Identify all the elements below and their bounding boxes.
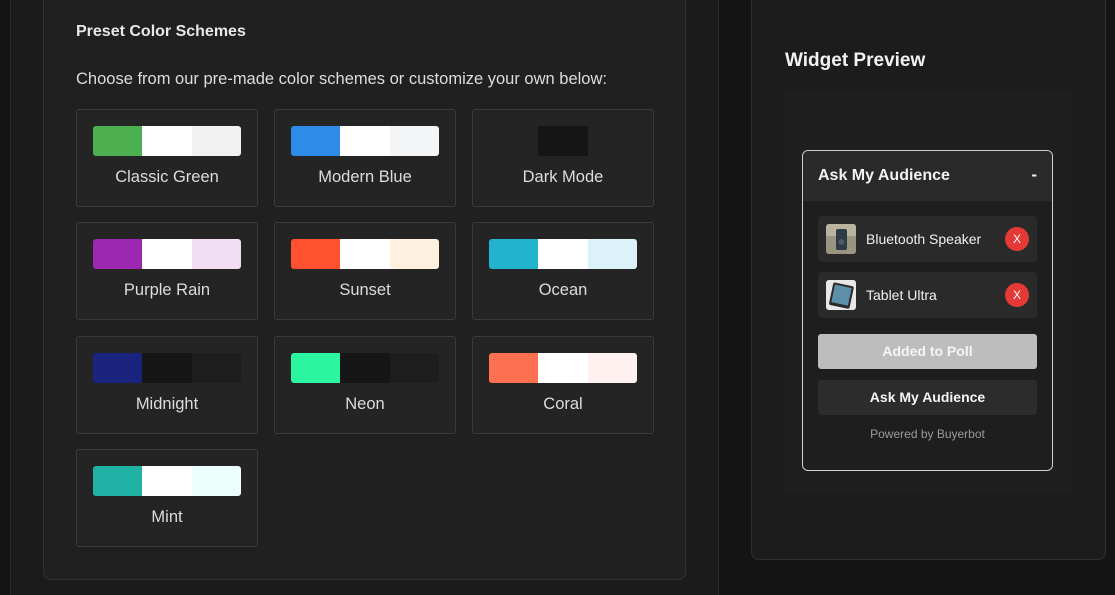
scheme-card-neon[interactable]: Neon	[274, 336, 456, 434]
swatch-primary	[489, 353, 539, 383]
swatch-primary	[93, 126, 143, 156]
scheme-name: Dark Mode	[522, 168, 604, 186]
widget-header: Ask My Audience -	[803, 151, 1052, 201]
color-swatches	[489, 353, 637, 383]
swatch-background	[191, 353, 241, 383]
item-name: Tablet Ultra	[866, 287, 937, 303]
scheme-name: Mint	[151, 508, 183, 526]
color-swatches	[93, 353, 241, 383]
swatch-primary	[489, 126, 539, 156]
swatch-background	[191, 126, 241, 156]
color-swatches	[291, 239, 439, 269]
added-to-poll-button[interactable]: Added to Poll	[818, 334, 1037, 369]
swatch-primary	[291, 126, 341, 156]
color-swatches	[93, 239, 241, 269]
powered-by-label: Powered by Buyerbot	[870, 427, 985, 441]
swatch-secondary	[538, 239, 588, 269]
swatch-primary	[489, 239, 539, 269]
poll-item: Tablet Ultra X	[818, 272, 1037, 318]
swatch-secondary	[538, 353, 588, 383]
swatch-secondary	[142, 466, 192, 496]
poll-widget: Ask My Audience - Bluetooth Speaker X Ta…	[802, 150, 1053, 471]
scheme-card-dark-mode[interactable]: Dark Mode	[472, 109, 654, 207]
swatch-primary	[93, 353, 143, 383]
swatch-secondary	[142, 353, 192, 383]
scheme-card-midnight[interactable]: Midnight	[76, 336, 258, 434]
color-swatches	[291, 353, 439, 383]
swatch-primary	[93, 466, 143, 496]
swatch-secondary	[340, 353, 390, 383]
color-swatches	[291, 126, 439, 156]
swatch-primary	[291, 239, 341, 269]
scheme-name: Midnight	[135, 395, 199, 413]
tablet-thumbnail-icon	[826, 280, 856, 310]
color-swatches	[93, 466, 241, 496]
swatch-secondary	[340, 126, 390, 156]
swatch-background	[389, 239, 439, 269]
color-swatches	[93, 126, 241, 156]
swatch-background	[389, 353, 439, 383]
scheme-name: Purple Rain	[123, 281, 211, 299]
swatch-background	[191, 239, 241, 269]
poll-item: Bluetooth Speaker X	[818, 216, 1037, 262]
scheme-name: Coral	[543, 395, 583, 413]
swatch-background	[587, 126, 637, 156]
remove-item-button[interactable]: X	[1005, 227, 1029, 251]
speaker-thumbnail-icon	[826, 224, 856, 254]
scheme-card-purple-rain[interactable]: Purple Rain	[76, 222, 258, 320]
item-name: Bluetooth Speaker	[866, 231, 982, 247]
scheme-card-modern-blue[interactable]: Modern Blue	[274, 109, 456, 207]
swatch-secondary	[142, 239, 192, 269]
color-swatches	[489, 126, 637, 156]
ask-my-audience-button[interactable]: Ask My Audience	[818, 380, 1037, 415]
remove-item-button[interactable]: X	[1005, 283, 1029, 307]
section-description: Choose from our pre-made color schemes o…	[76, 70, 607, 88]
scheme-card-coral[interactable]: Coral	[472, 336, 654, 434]
scheme-name: Neon	[345, 395, 385, 413]
scheme-name: Ocean	[538, 281, 588, 299]
swatch-background	[191, 466, 241, 496]
swatch-background	[587, 353, 637, 383]
swatch-primary	[93, 239, 143, 269]
color-swatches	[489, 239, 637, 269]
scheme-name: Classic Green	[115, 168, 219, 186]
swatch-secondary	[340, 239, 390, 269]
swatch-background	[587, 239, 637, 269]
swatch-background	[389, 126, 439, 156]
minimize-button[interactable]: -	[1031, 165, 1037, 185]
section-title: Preset Color Schemes	[76, 23, 246, 40]
swatch-primary	[291, 353, 341, 383]
widget-title: Ask My Audience	[818, 167, 950, 184]
scheme-name: Modern Blue	[318, 168, 412, 186]
scheme-card-classic-green[interactable]: Classic Green	[76, 109, 258, 207]
scheme-card-mint[interactable]: Mint	[76, 449, 258, 547]
swatch-secondary	[142, 126, 192, 156]
scheme-name: Sunset	[339, 281, 391, 299]
swatch-secondary	[538, 126, 588, 156]
preview-title: Widget Preview	[785, 50, 926, 71]
scheme-card-sunset[interactable]: Sunset	[274, 222, 456, 320]
scheme-card-ocean[interactable]: Ocean	[472, 222, 654, 320]
